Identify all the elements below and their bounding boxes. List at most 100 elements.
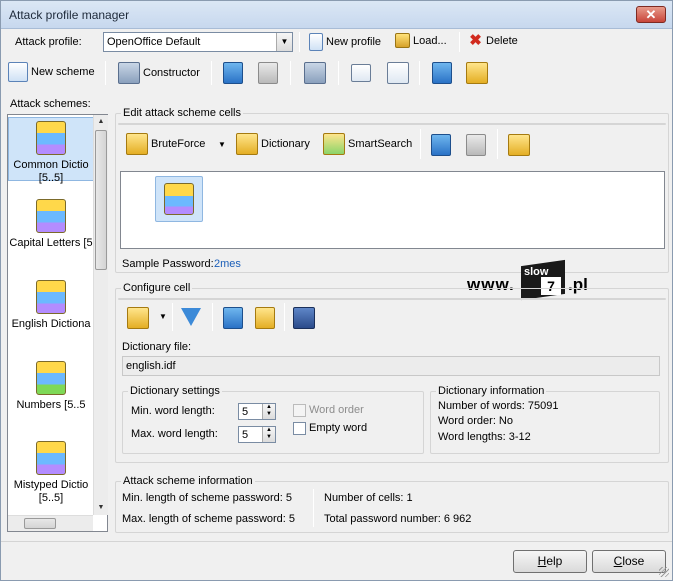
configure-cell-title: Configure cell [121, 282, 193, 294]
add-folder-icon[interactable] [127, 307, 149, 329]
separator [459, 32, 460, 52]
new-scheme-icon [8, 62, 28, 82]
separator [420, 129, 421, 159]
word-order-info: Word order: No [438, 415, 513, 427]
edit-dictionary-icon[interactable] [255, 307, 275, 329]
word-order-label: Word order [309, 404, 364, 416]
list-item[interactable]: Numbers [5..5 [8, 361, 94, 412]
smartsearch-button[interactable]: SmartSearch [323, 133, 412, 155]
bruteforce-button[interactable]: BruteForce [126, 133, 205, 155]
load-label: Load... [413, 34, 447, 47]
help-label: elp [546, 554, 563, 568]
separator [290, 61, 291, 85]
save-disk-icon[interactable] [293, 307, 315, 329]
empty-word-checkbox[interactable] [293, 422, 306, 435]
paste-cell-icon[interactable] [466, 134, 486, 156]
number-of-cells: Number of cells: 1 [324, 492, 413, 504]
min-word-length-stepper[interactable]: 5 ▲ ▼ [238, 403, 276, 420]
attack-profile-select[interactable]: OpenOffice Default ▼ [103, 32, 293, 52]
capital-letters-scheme-icon [36, 199, 66, 233]
chevron-down-icon[interactable]: ▼ [159, 312, 167, 321]
resize-grip-icon[interactable] [659, 567, 669, 577]
constructor-button[interactable]: Constructor [118, 62, 200, 84]
chevron-down-icon[interactable]: ▼ [218, 140, 226, 149]
scheme-label: Mistyped Dictio [5..5] [13, 479, 89, 504]
divider [1, 541, 672, 542]
copy-cell-icon[interactable] [431, 134, 451, 156]
max-scheme-length: Max. length of scheme password: 5 [122, 513, 296, 525]
close-window-button[interactable]: ✕ [636, 6, 666, 23]
sample-password-label: Sample Password: [122, 258, 214, 270]
sample-password-value: 2mes [214, 258, 241, 270]
help-button[interactable]: Help [513, 550, 587, 573]
separator [172, 303, 173, 331]
separator [105, 61, 106, 85]
edit-icon[interactable] [466, 62, 488, 84]
new-scheme-button[interactable]: New scheme [8, 62, 95, 82]
constructor-label: Constructor [143, 67, 200, 79]
attack-profile-manager-window: Attack profile manager ✕ Attack profile:… [0, 0, 673, 581]
attack-schemes-list[interactable]: Common Dictio [5..5] Capital Letters [5 … [7, 114, 108, 532]
dictionary-cell[interactable] [155, 176, 203, 222]
max-word-length-value: 5 [242, 429, 249, 441]
min-word-length-label: Min. word length: [131, 405, 215, 417]
list-item[interactable]: Capital Letters [5 [8, 199, 94, 250]
smartsearch-label: SmartSearch [348, 138, 413, 150]
scheme-cells-area[interactable] [120, 171, 665, 249]
separator [211, 61, 212, 85]
bruteforce-label: BruteForce [151, 138, 206, 150]
separator [299, 32, 300, 52]
chevron-down-icon[interactable]: ▼ [276, 33, 292, 51]
horizontal-scrollbar[interactable] [8, 515, 93, 531]
mistyped-dictionary-scheme-icon [36, 441, 66, 475]
list-item[interactable]: English Dictiona [8, 280, 94, 331]
attack-scheme-info-group [115, 481, 669, 533]
new-scheme-label: New scheme [31, 66, 95, 78]
document-icon[interactable] [387, 62, 409, 84]
word-order-checkbox[interactable] [293, 404, 306, 417]
divider [118, 298, 666, 300]
list-item[interactable]: Mistyped Dictio [5..5] [8, 441, 94, 505]
scheme-label: Capital Letters [5 [9, 237, 93, 249]
new-profile-button[interactable]: New profile [309, 33, 381, 51]
scroll-down-icon[interactable]: ▼ [94, 501, 108, 515]
attack-profile-value: OpenOffice Default [107, 36, 201, 48]
book-icon[interactable] [432, 62, 452, 84]
delete-label: Delete [486, 34, 518, 47]
total-password-number: Total password number: 6 962 [324, 513, 472, 525]
book-icon[interactable] [223, 307, 243, 329]
divider [118, 123, 666, 125]
min-scheme-length: Min. length of scheme password: 5 [122, 492, 292, 504]
load-profile-button[interactable]: Load... [395, 33, 447, 48]
dictionary-button[interactable]: Dictionary [236, 133, 310, 155]
filter-icon[interactable] [181, 308, 201, 326]
dictionary-file-label: Dictionary file: [122, 341, 192, 353]
scheme-label: English Dictiona [11, 318, 91, 330]
import-icon[interactable] [351, 64, 371, 82]
stepper-arrows-icon[interactable]: ▲ ▼ [262, 404, 275, 419]
scheme-label: Common Dictio [5..5] [13, 159, 89, 184]
tools-icon [118, 62, 140, 84]
dictionary-file-field[interactable]: english.idf [122, 356, 660, 376]
paste-icon[interactable] [258, 62, 278, 84]
dictionary-information-title: Dictionary information [436, 385, 547, 397]
copy-icon[interactable] [223, 62, 243, 84]
delete-profile-button[interactable]: ✖ Delete [468, 33, 518, 49]
english-dictionary-scheme-icon [36, 280, 66, 314]
dictionary-scheme-icon [36, 121, 66, 155]
vertical-scrollbar[interactable]: ▲ ▼ [93, 115, 108, 515]
max-word-length-stepper[interactable]: 5 ▲ ▼ [238, 426, 276, 443]
attack-scheme-info-title: Attack scheme information [121, 475, 255, 487]
list-item[interactable]: Common Dictio [5..5] [8, 117, 94, 184]
edit-cells-title: Edit attack scheme cells [121, 107, 243, 119]
stepper-arrows-icon[interactable]: ▲ ▼ [262, 427, 275, 442]
scroll-thumb[interactable] [24, 518, 56, 529]
close-button[interactable]: Close [592, 550, 666, 573]
delete-scheme-icon[interactable] [304, 62, 326, 84]
scroll-up-icon[interactable]: ▲ [94, 115, 108, 129]
delete-cell-icon[interactable] [508, 134, 530, 156]
bruteforce-icon [126, 133, 148, 155]
scheme-label: Numbers [5..5 [16, 399, 86, 411]
empty-word-label: Empty word [309, 422, 368, 434]
scroll-thumb[interactable] [95, 130, 107, 270]
